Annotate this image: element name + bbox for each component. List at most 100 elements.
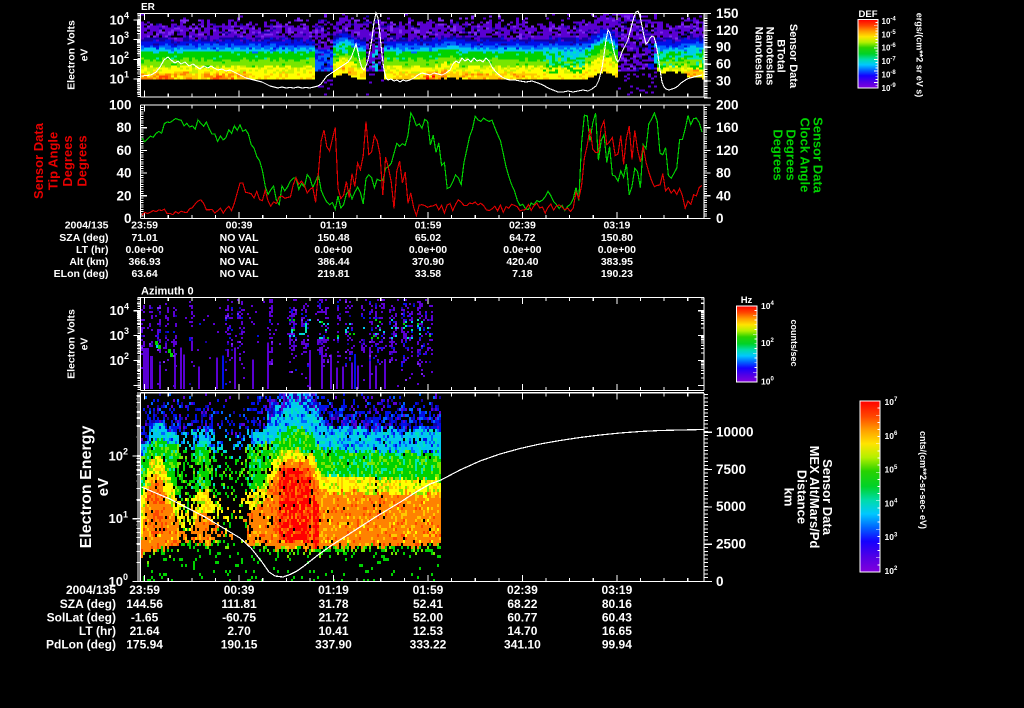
svg-text:386.44: 386.44 [317,256,349,268]
svg-text:7.18: 7.18 [512,268,533,280]
svg-text:150.80: 150.80 [601,232,633,244]
svg-text:NO VAL: NO VAL [220,232,259,244]
svg-text:cnts/(cm**2-sr-sec- eV): cnts/(cm**2-sr-sec- eV) [918,431,928,529]
svg-text:60.77: 60.77 [507,611,537,625]
svg-text:03:19: 03:19 [603,220,630,232]
svg-text:01:19: 01:19 [320,220,347,232]
svg-text:00:39: 00:39 [226,220,253,232]
svg-text:52.41: 52.41 [413,597,443,611]
svg-text:Degrees: Degrees [60,135,75,186]
svg-text:Degrees: Degrees [771,129,786,180]
svg-text:Tip Angle: Tip Angle [46,132,61,191]
svg-text:33.58: 33.58 [415,268,441,280]
svg-text:30: 30 [716,74,731,89]
svg-text:120: 120 [716,143,739,158]
svg-text:NO VAL: NO VAL [220,256,259,268]
svg-text:10.41: 10.41 [318,624,348,638]
svg-text:20: 20 [116,188,131,203]
svg-text:0.0e+00: 0.0e+00 [409,244,447,256]
svg-text:160: 160 [716,120,739,135]
svg-text:40: 40 [116,166,131,181]
svg-text:200: 200 [716,98,739,113]
svg-text:60: 60 [116,143,131,158]
svg-text:SZA (deg): SZA (deg) [60,597,116,611]
svg-text:Electron Energy: Electron Energy [78,426,95,549]
svg-text:ergs/(cm**2 sr eV s): ergs/(cm**2 sr eV s) [915,13,925,98]
svg-text:ELon (deg): ELon (deg) [54,268,109,280]
svg-text:NO VAL: NO VAL [220,244,259,256]
svg-text:5000: 5000 [716,499,746,514]
svg-text:31.78: 31.78 [318,597,348,611]
svg-text:03:19: 03:19 [602,583,633,597]
svg-text:2500: 2500 [716,537,746,552]
svg-text:60: 60 [716,57,731,72]
svg-text:63.64: 63.64 [131,268,157,280]
svg-text:144.56: 144.56 [126,597,163,611]
svg-text:Hz: Hz [741,295,753,306]
svg-text:80.16: 80.16 [602,597,632,611]
svg-text:64.72: 64.72 [509,232,535,244]
svg-text:Electron Volts: Electron Volts [66,20,78,90]
svg-text:Alt (km): Alt (km) [69,256,108,268]
svg-text:80: 80 [716,166,731,181]
svg-text:2004/135: 2004/135 [65,220,109,232]
svg-text:10000: 10000 [716,424,754,439]
svg-text:190.15: 190.15 [221,638,258,652]
svg-text:PdLon (deg): PdLon (deg) [46,638,116,652]
svg-text:52.00: 52.00 [413,611,443,625]
svg-text:01:59: 01:59 [415,220,442,232]
svg-text:60.43: 60.43 [602,611,632,625]
svg-text:eV: eV [79,49,91,62]
svg-text:99.94: 99.94 [602,638,632,652]
svg-text:Degrees: Degrees [784,129,799,180]
svg-text:341.10: 341.10 [504,638,541,652]
svg-text:Azimuth 0: Azimuth 0 [141,286,194,298]
svg-text:370.90: 370.90 [412,256,444,268]
svg-text:16.65: 16.65 [602,624,632,638]
svg-text:MEX Alt/Mars/Pd: MEX Alt/Mars/Pd [807,446,822,549]
svg-text:333.22: 333.22 [410,638,447,652]
svg-text:Degrees: Degrees [75,135,90,186]
svg-text:ER: ER [141,2,156,13]
svg-text:14.70: 14.70 [507,624,537,638]
svg-text:Sensor Data: Sensor Data [811,117,826,194]
svg-text:BTotal: BTotal [775,39,787,72]
svg-text:65.02: 65.02 [415,232,441,244]
svg-text:counts/sec: counts/sec [789,319,799,366]
svg-text:366.93: 366.93 [129,256,161,268]
svg-text:01:19: 01:19 [318,583,349,597]
svg-text:150.48: 150.48 [317,232,349,244]
svg-text:21.64: 21.64 [130,624,160,638]
svg-text:SZA (deg): SZA (deg) [59,232,108,244]
svg-text:DEF: DEF [859,9,878,20]
svg-text:km: km [782,488,797,507]
svg-text:2.70: 2.70 [227,624,251,638]
svg-text:150: 150 [716,6,739,21]
svg-text:NO VAL: NO VAL [220,268,259,280]
svg-text:0.0e+00: 0.0e+00 [598,244,636,256]
svg-text:120: 120 [716,23,739,38]
svg-text:0: 0 [716,574,724,589]
svg-text:02:39: 02:39 [507,583,538,597]
svg-text:190.23: 190.23 [601,268,633,280]
svg-text:23:59: 23:59 [129,583,160,597]
svg-text:337.90: 337.90 [315,638,352,652]
svg-text:383.95: 383.95 [601,256,633,268]
svg-text:02:39: 02:39 [509,220,536,232]
svg-text:71.01: 71.01 [131,232,157,244]
svg-text:00:39: 00:39 [224,583,255,597]
svg-text:40: 40 [716,188,731,203]
svg-text:Electron Volts: Electron Volts [66,309,78,379]
svg-text:100: 100 [109,98,132,113]
svg-text:0: 0 [716,211,724,226]
svg-text:175.94: 175.94 [126,638,163,652]
svg-text:Clock Angle: Clock Angle [798,118,813,193]
svg-text:01:59: 01:59 [413,583,444,597]
svg-text:7500: 7500 [716,462,746,477]
svg-text:90: 90 [716,40,731,55]
svg-text:Nanoteslas: Nanoteslas [753,27,765,86]
svg-text:68.22: 68.22 [507,597,537,611]
svg-text:eV: eV [79,338,91,351]
svg-text:-1.65: -1.65 [131,611,159,625]
svg-text:111.81: 111.81 [221,597,257,611]
